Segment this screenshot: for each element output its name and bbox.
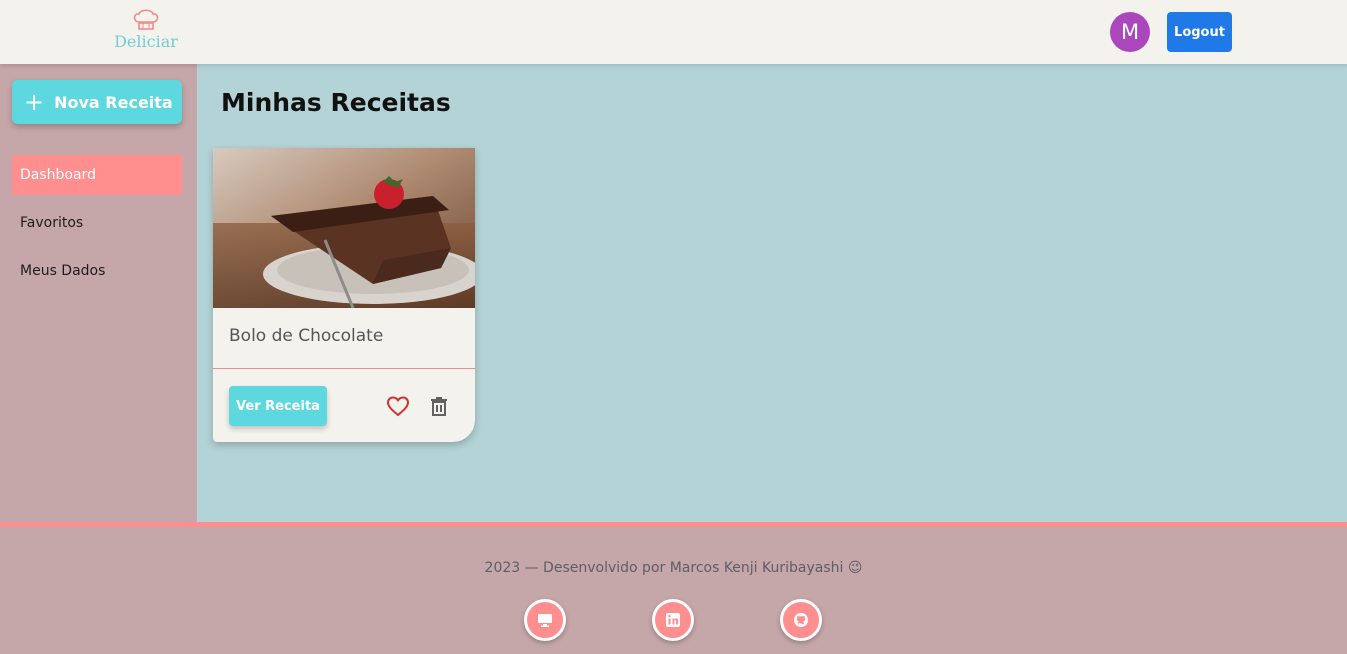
sidebar-item-meus-dados[interactable]: Meus Dados	[12, 251, 182, 291]
github-glyph-icon	[794, 613, 808, 627]
card-divider	[213, 368, 475, 369]
logo-text: Deliciar	[114, 32, 178, 51]
chef-hat-icon	[133, 9, 159, 30]
footer: 2023 — Desenvolvido por Marcos Kenji Kur…	[0, 522, 1347, 654]
sidebar: + Nova Receita Dashboard Favoritos Meus …	[0, 64, 197, 522]
plus-icon: +	[24, 88, 45, 116]
github-icon[interactable]	[780, 599, 822, 641]
main-content: Minhas Receitas Bolo de Chocolate Ver Re…	[197, 64, 1347, 522]
monitor-icon[interactable]	[524, 599, 566, 641]
page-title: Minhas Receitas	[221, 88, 451, 117]
linkedin-glyph-icon	[666, 613, 680, 627]
logo[interactable]: Deliciar	[110, 8, 182, 51]
monitor-glyph-icon	[538, 614, 552, 627]
new-recipe-label: Nova Receita	[54, 92, 173, 112]
logout-button[interactable]: Logout	[1167, 12, 1232, 52]
sidebar-item-favoritos[interactable]: Favoritos	[12, 203, 182, 243]
recipe-title: Bolo de Chocolate	[229, 326, 384, 346]
footer-credits: 2023 — Desenvolvido por Marcos Kenji Kur…	[484, 560, 863, 576]
chocolate-cake-photo	[213, 148, 475, 308]
new-recipe-button[interactable]: + Nova Receita	[12, 80, 182, 124]
avatar[interactable]: M	[1110, 12, 1150, 52]
sidebar-item-dashboard[interactable]: Dashboard	[12, 155, 182, 195]
top-header: Deliciar M Logout	[0, 0, 1347, 64]
view-recipe-button[interactable]: Ver Receita	[229, 386, 327, 426]
recipe-card: Bolo de Chocolate Ver Receita	[213, 148, 475, 442]
trash-icon[interactable]	[427, 394, 451, 418]
heart-outline-icon[interactable]	[386, 394, 410, 418]
linkedin-icon[interactable]	[652, 599, 694, 641]
